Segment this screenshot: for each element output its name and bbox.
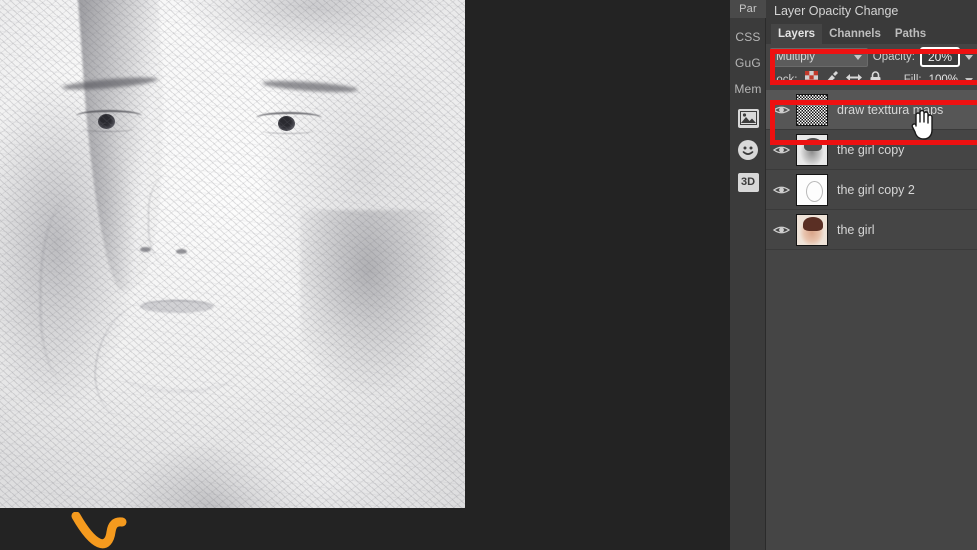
opacity-label: Opacity: (872, 51, 915, 63)
layer-name[interactable]: the girl (837, 223, 875, 237)
layer-visibility-toggle[interactable] (766, 184, 796, 196)
rail-tab-css[interactable]: CSS (730, 24, 766, 50)
rail-tab-mem-label: Mem (734, 82, 762, 96)
rail-button-image[interactable] (730, 102, 766, 134)
three-d-icon: 3D (737, 172, 759, 192)
layer-thumbnail[interactable] (796, 213, 828, 246)
tab-layers[interactable]: Layers (771, 24, 823, 44)
canvas-area[interactable] (0, 0, 730, 550)
table-row[interactable]: the girl copy (766, 130, 977, 170)
fill-label: Fill: (903, 74, 922, 86)
opacity-chevron-down-icon[interactable] (965, 54, 973, 60)
layer-name[interactable]: the girl copy (837, 143, 904, 157)
layer-visibility-toggle[interactable] (766, 224, 796, 236)
tab-channels-label: Channels (829, 28, 881, 40)
blend-mode-value: Multiply (776, 51, 815, 63)
eye-icon (772, 186, 790, 193)
layer-visibility-toggle[interactable] (766, 104, 796, 116)
tab-channels[interactable]: Channels (822, 24, 888, 44)
layer-list[interactable]: draw texttura maps the girl copy the gir… (766, 90, 977, 250)
blend-mode-row[interactable]: Multiply Opacity: 20% (766, 44, 977, 70)
rail-tab-gug[interactable]: GuG (730, 50, 766, 76)
rail-tab-paragraph-label: Par (739, 3, 757, 15)
tab-paths-label: Paths (894, 28, 927, 40)
tab-paths[interactable]: Paths (888, 24, 933, 44)
rail-button-smiley[interactable] (730, 134, 766, 166)
eye-icon (772, 226, 790, 233)
fill-chevron-down-icon[interactable] (965, 77, 973, 83)
rail-button-3d[interactable]: 3D (730, 166, 766, 198)
layer-thumbnail[interactable] (796, 173, 828, 206)
layer-visibility-toggle[interactable] (766, 144, 796, 156)
panel-icon-rail[interactable]: Par CSS GuG Mem 3D (730, 0, 766, 550)
table-row[interactable]: the girl (766, 210, 977, 250)
tab-layers-label: Layers (778, 28, 816, 40)
document-canvas[interactable] (0, 0, 465, 508)
image-icon (737, 108, 759, 128)
rail-tab-paragraph[interactable]: Par (730, 0, 766, 18)
table-row[interactable]: draw texttura maps (766, 90, 977, 130)
panel-tabbar[interactable]: Layers Channels Paths (766, 22, 977, 44)
layer-thumbnail[interactable] (796, 133, 828, 166)
chevron-down-icon (853, 54, 862, 60)
rail-tab-mem[interactable]: Mem (730, 76, 766, 102)
hand-cursor (911, 109, 933, 140)
panel-title: Layer Opacity Change (766, 0, 977, 22)
orange-brush-stroke (71, 512, 127, 549)
app-window: Par CSS GuG Mem 3D Layer Opacity Change … (0, 0, 977, 550)
lock-label: Lock: (770, 74, 798, 86)
panel-title-text: Layer Opacity Change (774, 4, 899, 18)
transparency-lock-icon[interactable] (804, 71, 818, 89)
rail-tab-gug-label: GuG (735, 56, 761, 70)
fill-value[interactable]: 100% (929, 74, 958, 86)
opacity-input[interactable]: 20% (919, 47, 960, 67)
layer-thumbnail[interactable] (796, 93, 828, 126)
eye-icon (772, 146, 790, 153)
layers-panel: Layer Opacity Change Layers Channels Pat… (766, 0, 977, 550)
canvas-vignette (0, 0, 465, 508)
blend-mode-select[interactable]: Multiply (770, 47, 868, 67)
rail-tab-css-label: CSS (735, 30, 761, 44)
eye-icon (772, 106, 790, 113)
layer-name[interactable]: the girl copy 2 (837, 183, 915, 197)
move-lock-icon[interactable] (845, 71, 862, 89)
paint-lock-icon[interactable] (825, 71, 839, 89)
all-lock-icon[interactable] (869, 71, 882, 89)
smiley-icon (738, 140, 758, 160)
lock-row[interactable]: Lock: Fill: 100% (766, 70, 977, 90)
table-row[interactable]: the girl copy 2 (766, 170, 977, 210)
